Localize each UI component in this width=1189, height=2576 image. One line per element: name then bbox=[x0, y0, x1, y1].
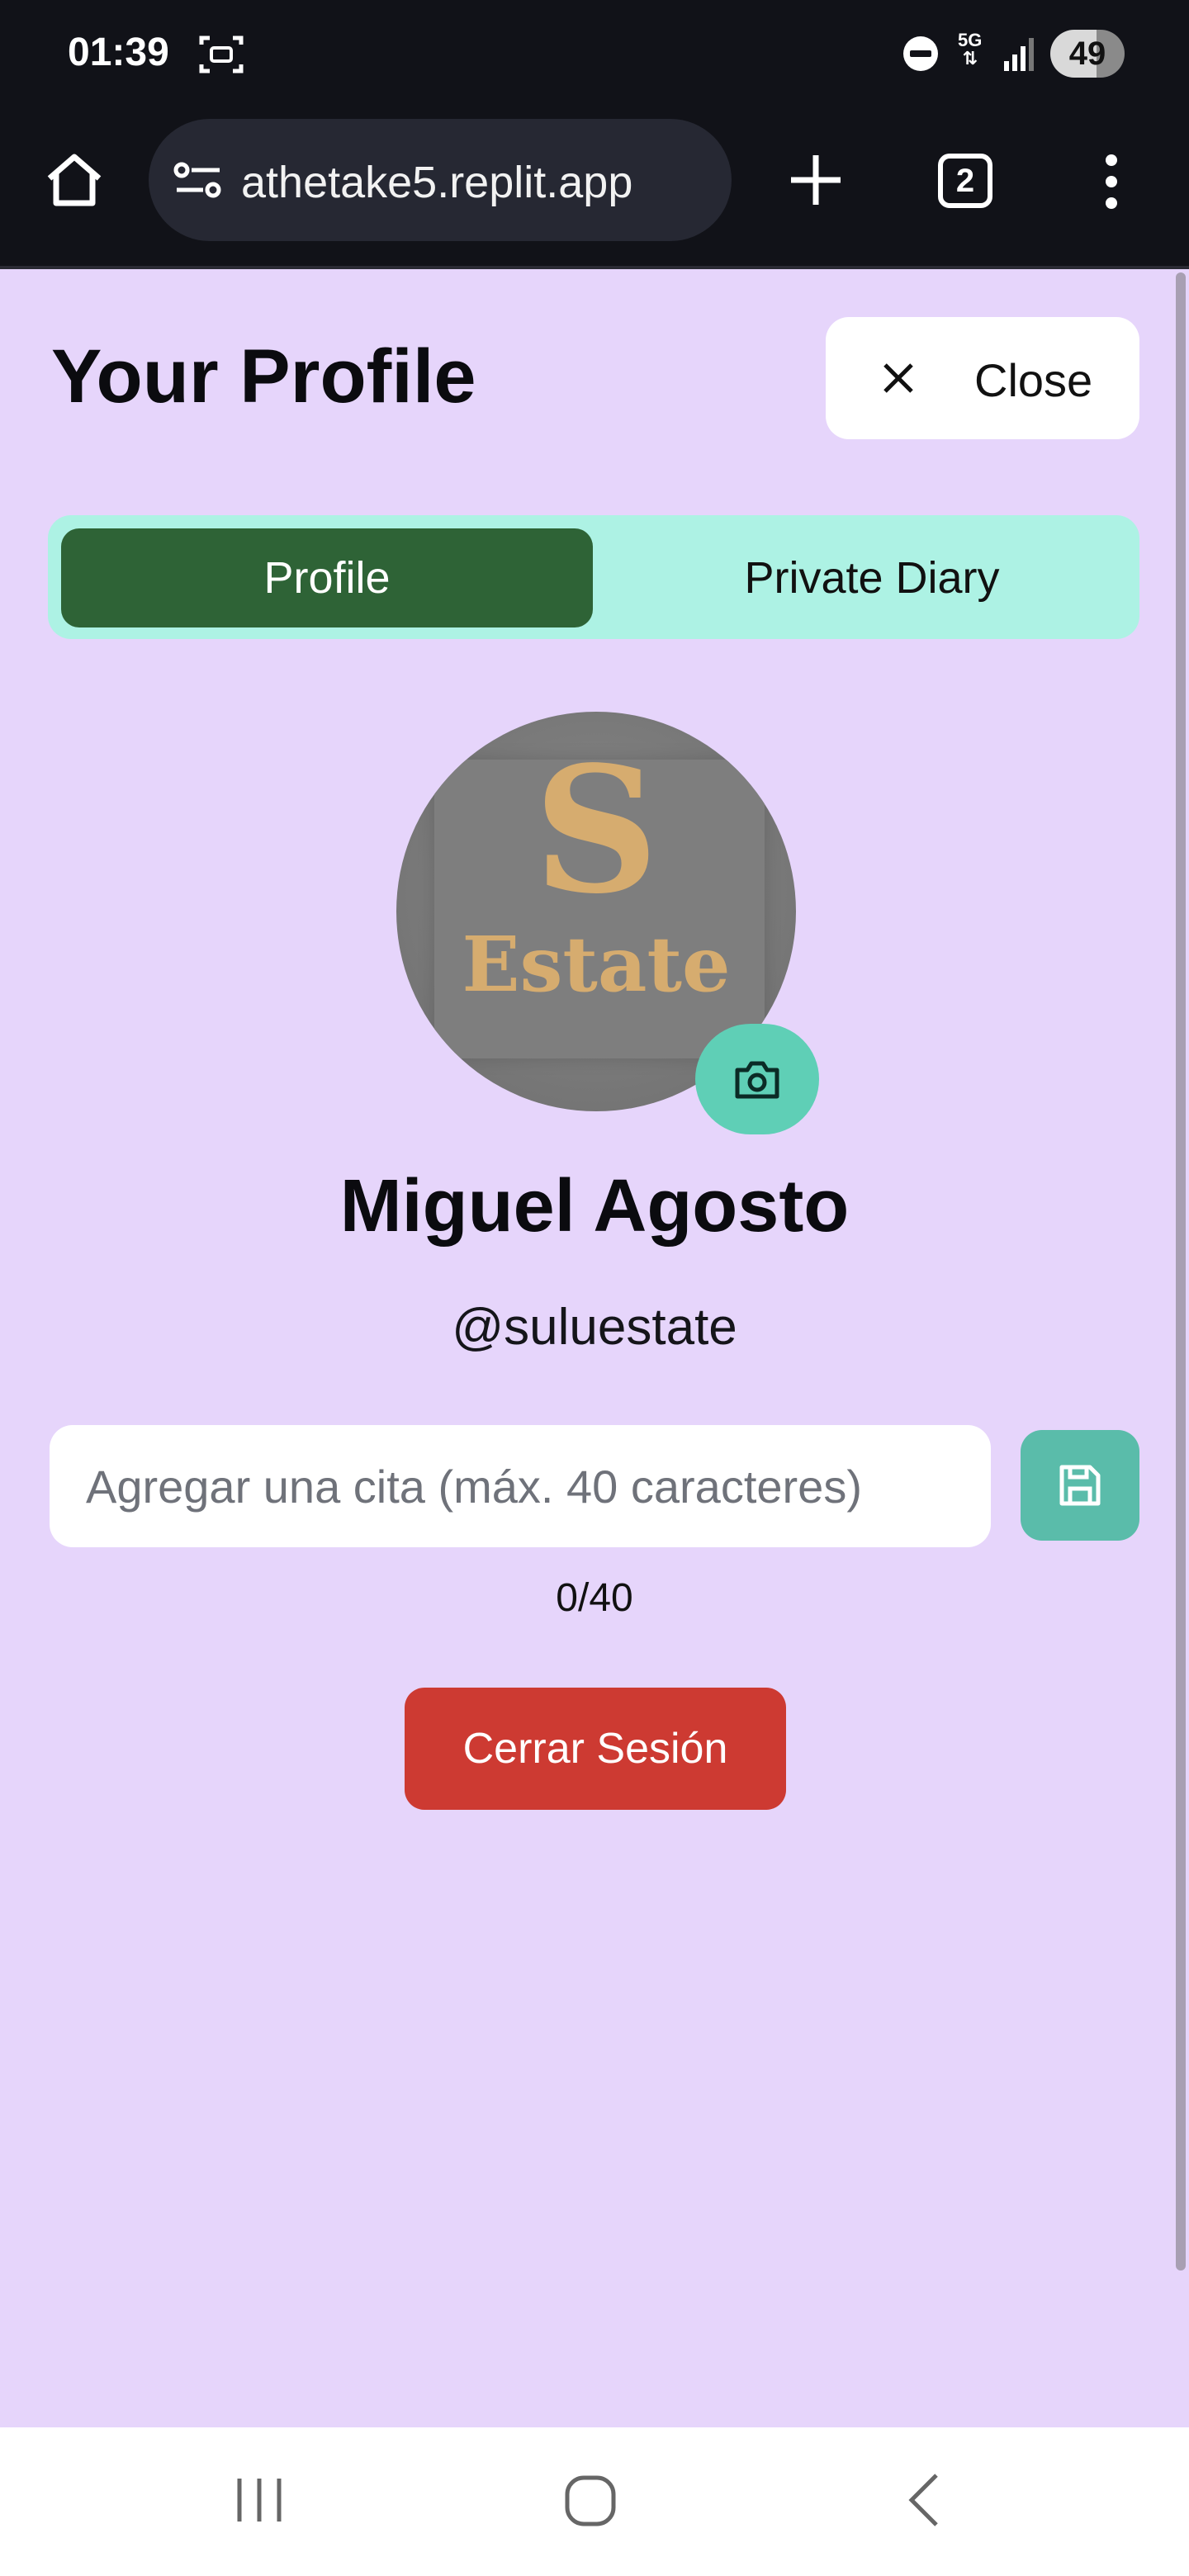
status-bar: 01:39 5G ⇅ 49 bbox=[0, 0, 1189, 112]
change-photo-button[interactable] bbox=[695, 1024, 819, 1134]
browser-home-button[interactable] bbox=[43, 149, 106, 211]
save-quote-button[interactable] bbox=[1021, 1430, 1139, 1541]
user-handle: @suluestate bbox=[452, 1299, 737, 1356]
system-nav-bar bbox=[0, 2427, 1189, 2576]
kebab-menu-icon bbox=[1106, 154, 1117, 209]
quote-input[interactable] bbox=[50, 1425, 991, 1547]
address-bar[interactable]: athetake5.replit.app bbox=[149, 119, 732, 241]
browser-menu-button[interactable] bbox=[1101, 152, 1121, 215]
page-title: Your Profile bbox=[51, 334, 476, 419]
new-tab-button[interactable] bbox=[784, 149, 847, 215]
back-chevron-icon bbox=[908, 2474, 938, 2526]
page-scrollbar[interactable] bbox=[1176, 272, 1186, 2271]
signal-icon bbox=[1002, 36, 1035, 77]
close-button[interactable]: Close bbox=[826, 317, 1139, 439]
save-icon bbox=[1057, 1462, 1103, 1513]
home-circle-icon bbox=[565, 2475, 616, 2526]
data-arrows-icon: ⇅ bbox=[962, 48, 978, 69]
tab-profile[interactable]: Profile bbox=[61, 528, 593, 627]
profile-tabs: Profile Private Diary bbox=[48, 515, 1139, 639]
close-button-label: Close bbox=[974, 354, 1093, 406]
tab-private-diary[interactable]: Private Diary bbox=[616, 528, 1128, 627]
system-back-button[interactable] bbox=[905, 2472, 941, 2532]
avatar-logo-word: Estate bbox=[462, 920, 731, 1009]
status-time: 01:39 bbox=[68, 31, 169, 74]
system-home-button[interactable] bbox=[563, 2474, 618, 2532]
screenshot-icon bbox=[198, 33, 244, 80]
tab-switcher-button[interactable]: 2 bbox=[938, 154, 992, 208]
avatar-logo-letter: S bbox=[533, 728, 659, 932]
camera-icon bbox=[734, 1057, 780, 1106]
battery-icon: 49 bbox=[1050, 30, 1125, 78]
site-settings-icon[interactable] bbox=[173, 160, 223, 206]
do-not-disturb-icon bbox=[902, 35, 940, 77]
user-name: Miguel Agosto bbox=[339, 1165, 850, 1248]
recent-apps-button[interactable] bbox=[233, 2474, 286, 2531]
url-text: athetake5.replit.app bbox=[241, 158, 633, 207]
browser-toolbar: athetake5.replit.app 2 bbox=[0, 112, 1189, 269]
quote-char-counter: 0/40 bbox=[556, 1576, 633, 1620]
logout-button[interactable]: Cerrar Sesión bbox=[405, 1688, 786, 1810]
plus-icon bbox=[791, 155, 841, 205]
network-type: 5G ⇅ bbox=[958, 31, 982, 68]
recent-apps-icon bbox=[237, 2479, 282, 2522]
home-icon bbox=[47, 154, 102, 206]
close-icon bbox=[880, 360, 917, 400]
